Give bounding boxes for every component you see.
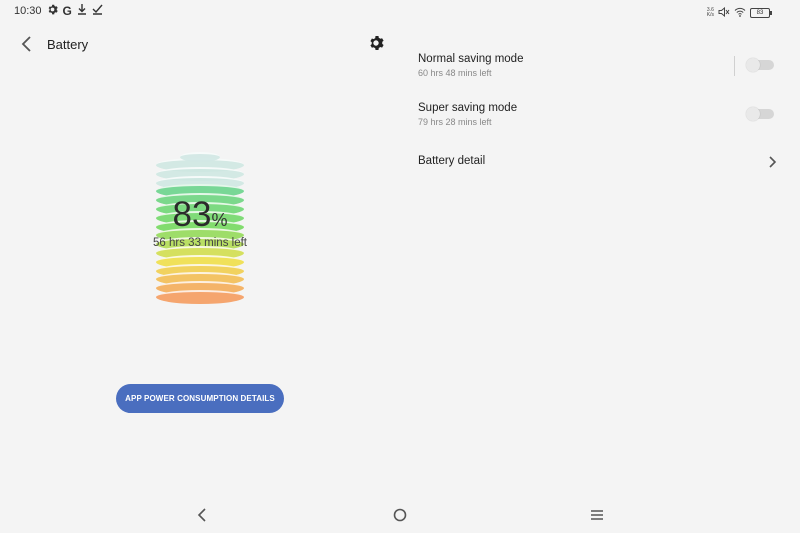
menu-icon xyxy=(591,510,603,520)
battery-cap xyxy=(180,152,220,162)
back-button[interactable] xyxy=(18,34,36,54)
normal-saving-subtitle: 60 hrs 48 mins left xyxy=(418,68,492,78)
battery-detail-row[interactable]: Battery detail xyxy=(418,155,778,169)
battery-detail-title: Battery detail xyxy=(418,155,486,167)
wifi-icon xyxy=(734,4,746,22)
network-speed: 3.6 K/s xyxy=(707,8,714,18)
toggle-knob xyxy=(746,107,760,121)
super-saving-title: Super saving mode xyxy=(418,102,518,114)
nav-home-button[interactable] xyxy=(391,506,409,524)
battery-status-level: 83 xyxy=(756,10,764,16)
battery-icon: 83 xyxy=(750,8,772,18)
back-icon xyxy=(197,508,206,522)
normal-saving-title: Normal saving mode xyxy=(418,53,524,65)
mute-icon xyxy=(718,4,730,22)
back-arrow-icon xyxy=(21,36,31,52)
page-title: Battery xyxy=(47,37,89,52)
super-saving-mode-row[interactable]: Super saving mode 79 hrs 28 mins left xyxy=(418,102,778,127)
home-icon xyxy=(393,508,407,522)
download-icon xyxy=(77,4,87,18)
battery-disc xyxy=(156,290,244,304)
network-speed-unit: K/s xyxy=(706,12,714,18)
toggle-knob xyxy=(746,58,760,72)
battery-percentage: 83% xyxy=(150,195,250,235)
settings-status-icon xyxy=(47,4,58,18)
status-right: 3.6 K/s 83 xyxy=(707,4,772,22)
chevron-right-icon xyxy=(766,155,778,169)
normal-saving-mode-row[interactable]: Normal saving mode 60 hrs 48 mins left xyxy=(418,53,778,78)
status-left: 10:30 G xyxy=(14,4,103,18)
status-bar: 10:30 G 3.6 K/s 83 xyxy=(0,0,800,22)
battery-percent-value: 83 xyxy=(172,195,212,234)
nav-menu-button[interactable] xyxy=(588,506,606,524)
super-saving-toggle[interactable] xyxy=(746,107,774,121)
battery-percent-sign: % xyxy=(211,210,228,230)
check-icon xyxy=(92,4,103,18)
super-saving-subtitle: 79 hrs 28 mins left xyxy=(418,117,492,127)
battery-settings-button[interactable] xyxy=(368,35,384,51)
battery-time-left: 56 hrs 33 mins left xyxy=(153,237,247,249)
app-power-consumption-button[interactable]: APP POWER CONSUMPTION DETAILS xyxy=(116,384,284,413)
google-icon: G xyxy=(62,4,72,18)
nav-back-button[interactable] xyxy=(194,506,212,524)
normal-saving-toggle[interactable] xyxy=(746,58,774,72)
divider xyxy=(734,56,735,76)
status-time: 10:30 xyxy=(14,5,42,17)
gear-icon xyxy=(370,36,384,50)
